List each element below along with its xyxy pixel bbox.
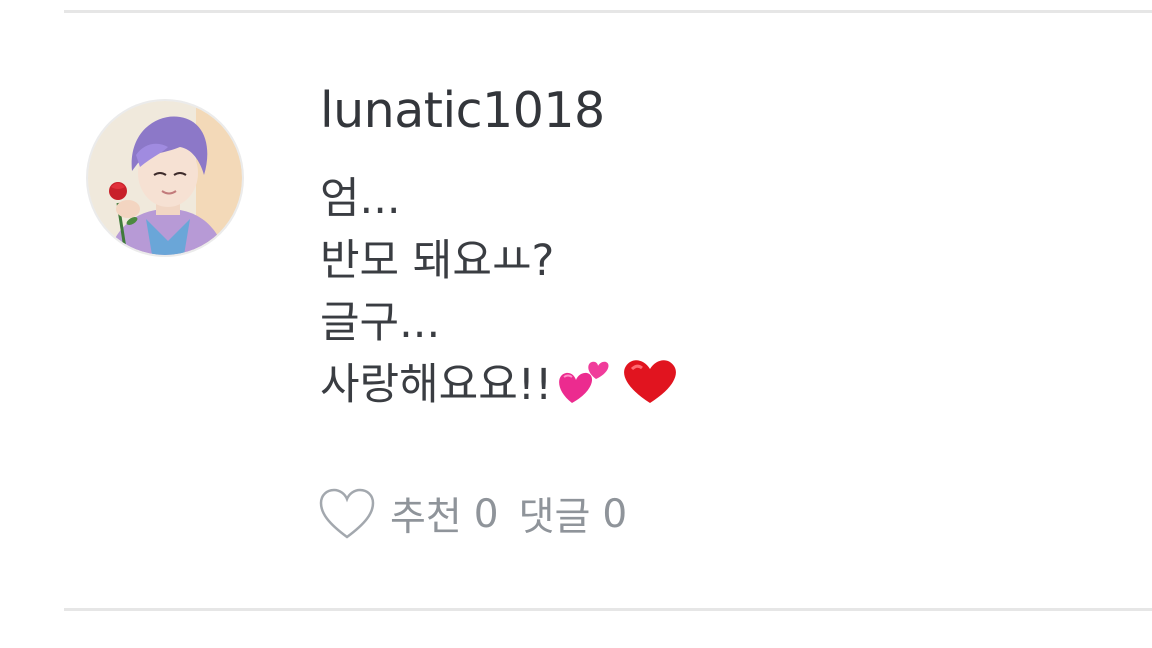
- heart-outline-icon: [319, 488, 375, 539]
- comment-username[interactable]: lunatic1018: [320, 80, 605, 142]
- red-heart-icon: [620, 357, 680, 422]
- comment-actions: 추천 0 댓글 0: [318, 484, 647, 544]
- comment-page: lunatic1018 엄... 반모 돼요ㅛ? 글구... 사랑해요요!! 추…: [0, 0, 1152, 648]
- like-label[interactable]: 추천: [390, 486, 462, 542]
- reply-count: 0: [602, 491, 628, 537]
- bottom-divider: [64, 608, 1152, 611]
- comment-line-2: 반모 돼요ㅛ?: [320, 236, 555, 286]
- avatar[interactable]: [86, 99, 244, 257]
- like-count: 0: [473, 491, 499, 537]
- like-button[interactable]: [318, 486, 376, 542]
- two-hearts-icon: [554, 357, 618, 422]
- comment-line-4-text: 사랑해요요!!: [320, 360, 553, 410]
- comment-line-1: 엄...: [320, 174, 401, 224]
- comment-line-3: 글구...: [320, 298, 441, 348]
- top-divider: [64, 10, 1152, 13]
- comment-body: 엄... 반모 돼요ㅛ? 글구... 사랑해요요!!: [320, 168, 680, 416]
- avatar-image: [88, 101, 242, 255]
- reply-label[interactable]: 댓글: [519, 486, 591, 542]
- comment-line-4: 사랑해요요!!: [320, 354, 680, 416]
